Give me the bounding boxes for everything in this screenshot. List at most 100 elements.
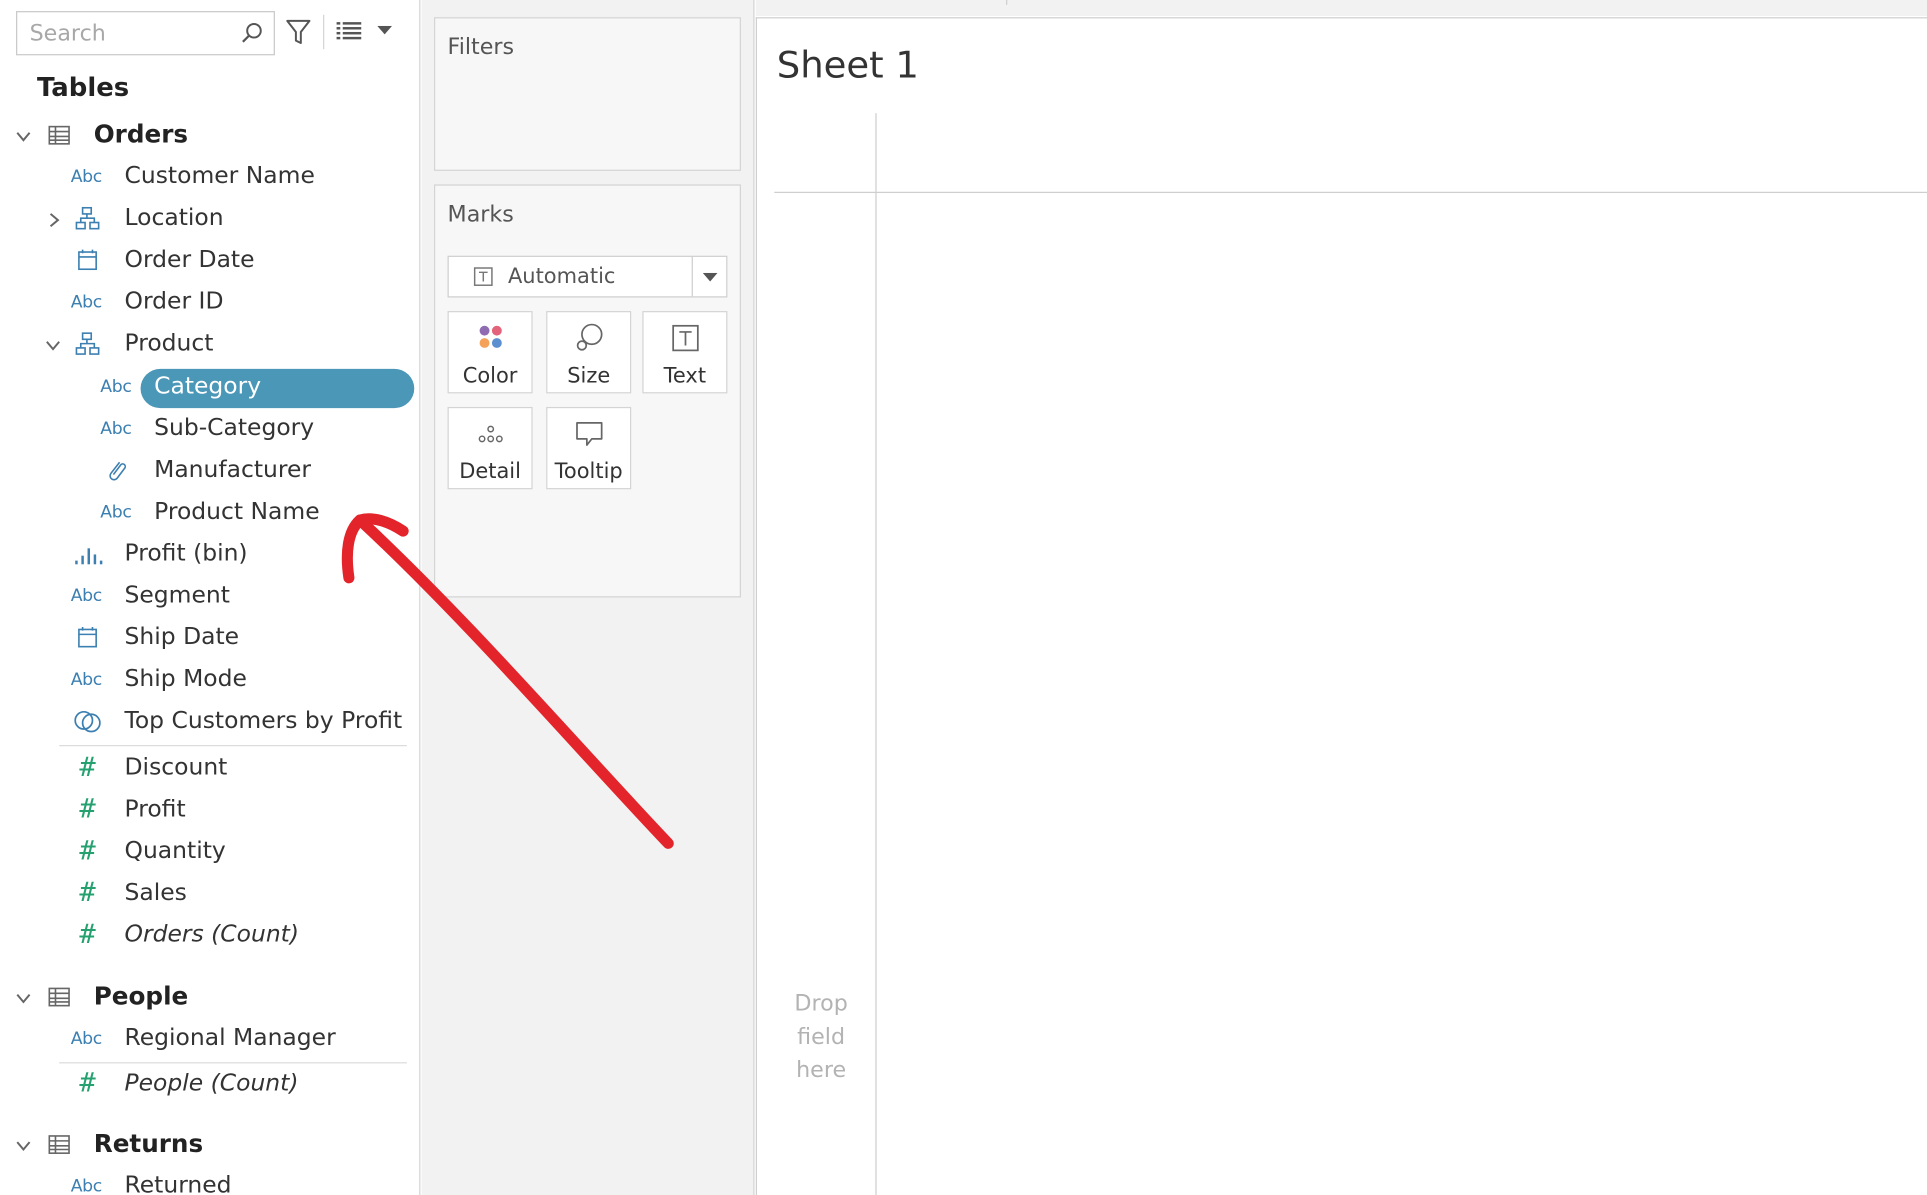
field-location[interactable]: Location — [0, 200, 417, 237]
field-label: Sales — [124, 879, 187, 907]
field-orders-count[interactable]: # Orders (Count) — [59, 917, 417, 954]
tables-heading: Tables — [36, 72, 130, 103]
field-label: Product — [124, 329, 214, 357]
search-input[interactable] — [17, 12, 227, 55]
tableau-worksheet: Tables Orders Abc Customer Name Location… — [0, 0, 1927, 1195]
chevron-down-icon[interactable] — [44, 337, 61, 354]
field-label: Order Date — [124, 245, 255, 273]
field-label: People (Count) — [124, 1069, 299, 1097]
sheet-top-strip — [755, 0, 1927, 16]
field-label: Ship Date — [124, 623, 240, 651]
field-ship-mode[interactable]: Abc Ship Mode — [59, 661, 417, 698]
chevron-down-icon[interactable] — [15, 128, 32, 145]
table-people[interactable]: People — [0, 979, 419, 1016]
field-manufacturer[interactable]: Manufacturer — [89, 452, 414, 489]
field-discount[interactable]: # Discount — [59, 750, 417, 787]
measure-icon: # — [79, 919, 96, 951]
string-type-icon: Abc — [70, 1176, 103, 1195]
calendar-icon — [78, 626, 97, 648]
string-type-icon: Abc — [100, 502, 132, 523]
measure-icon: # — [79, 877, 96, 909]
chevron-down-icon[interactable] — [15, 1137, 32, 1154]
field-label: Regional Manager — [124, 1024, 336, 1052]
sheet-title[interactable]: Sheet 1 — [777, 44, 919, 87]
measure-icon: # — [79, 752, 96, 784]
divider — [59, 745, 407, 747]
text-label: Text — [663, 363, 707, 389]
view-canvas[interactable] — [755, 17, 1927, 1195]
string-type-icon: Abc — [100, 377, 132, 398]
field-profit-bin[interactable]: Profit (bin) — [59, 536, 417, 573]
field-label: Order ID — [124, 287, 224, 315]
field-sub-category[interactable]: Abc Sub-Category — [89, 411, 414, 448]
field-label: Top Customers by Profit — [124, 706, 403, 734]
field-returned[interactable]: Abc Returned — [59, 1168, 417, 1195]
chevron-down-icon[interactable] — [377, 25, 393, 36]
toolbar-separator — [323, 14, 325, 50]
chevron-down-icon — [702, 272, 718, 282]
mark-type-arrow[interactable] — [691, 256, 727, 297]
field-label: Ship Mode — [124, 665, 247, 693]
table-name: People — [93, 981, 189, 1011]
field-product[interactable]: Product — [0, 326, 417, 363]
field-quantity[interactable]: # Quantity — [59, 834, 417, 871]
mark-type-dropdown[interactable]: Automatic — [447, 255, 728, 298]
field-label: Location — [124, 204, 224, 232]
marks-tooltip-button[interactable]: Tooltip — [546, 406, 632, 490]
field-people-count[interactable]: # People (Count) — [59, 1066, 417, 1103]
data-pane: Tables Orders Abc Customer Name Location… — [0, 0, 421, 1195]
field-ship-date[interactable]: Ship Date — [59, 620, 417, 657]
field-label: Sub-Category — [154, 414, 315, 442]
measure-icon: # — [79, 835, 96, 867]
marks-color-button[interactable]: Color — [447, 311, 533, 394]
marks-detail-button[interactable]: Detail — [447, 406, 533, 490]
field-product-name[interactable]: Abc Product Name — [89, 494, 414, 531]
paperclip-icon — [109, 461, 127, 481]
field-segment[interactable]: Abc Segment — [59, 578, 417, 615]
string-type-icon: Abc — [70, 292, 103, 313]
field-category[interactable]: Abc Category — [89, 369, 414, 406]
table-name: Returns — [93, 1128, 204, 1159]
set-icon — [74, 710, 101, 733]
string-type-icon: Abc — [70, 586, 103, 607]
field-label: Manufacturer — [154, 456, 312, 484]
field-sales[interactable]: # Sales — [59, 875, 417, 912]
color-icon — [479, 325, 502, 348]
field-label: Quantity — [124, 837, 226, 865]
field-customer-name[interactable]: Abc Customer Name — [59, 159, 417, 196]
drop-field-hint[interactable]: Drop field here — [777, 987, 866, 1087]
table-returns[interactable]: Returns — [0, 1126, 419, 1163]
list-view-icon[interactable] — [335, 20, 362, 42]
tooltip-icon — [576, 422, 603, 446]
field-regional-manager[interactable]: Abc Regional Manager — [59, 1020, 417, 1057]
marks-size-button[interactable]: Size — [546, 311, 632, 394]
marks-text-button[interactable]: Text — [642, 311, 728, 394]
field-order-id[interactable]: Abc Order ID — [59, 284, 417, 321]
chevron-down-icon[interactable] — [15, 990, 32, 1007]
size-label: Size — [567, 363, 611, 389]
string-type-icon: Abc — [70, 167, 103, 187]
field-order-date[interactable]: Order Date — [59, 242, 417, 279]
marks-title: Marks — [447, 201, 514, 228]
search-icon[interactable] — [239, 21, 264, 46]
color-label: Color — [462, 363, 518, 389]
string-type-icon: Abc — [100, 419, 132, 439]
field-label: Discount — [124, 753, 228, 781]
table-name: Orders — [93, 119, 189, 149]
table-icon — [48, 125, 70, 145]
detail-icon — [478, 425, 503, 443]
field-label: Orders (Count) — [124, 920, 300, 948]
field-label: Segment — [124, 581, 230, 609]
drop-hint-line: field — [797, 1024, 846, 1050]
table-orders[interactable]: Orders — [0, 117, 419, 154]
string-type-icon: Abc — [70, 670, 103, 690]
field-top-customers[interactable]: Top Customers by Profit — [59, 703, 417, 740]
field-profit[interactable]: # Profit — [59, 792, 417, 829]
filter-icon[interactable] — [285, 17, 312, 47]
field-label: Profit — [124, 795, 186, 823]
chevron-right-icon[interactable] — [46, 211, 63, 228]
string-type-icon: Abc — [70, 1029, 103, 1049]
filters-card[interactable]: Filters — [433, 17, 741, 171]
table-icon — [48, 987, 70, 1007]
search-box[interactable] — [16, 11, 275, 56]
